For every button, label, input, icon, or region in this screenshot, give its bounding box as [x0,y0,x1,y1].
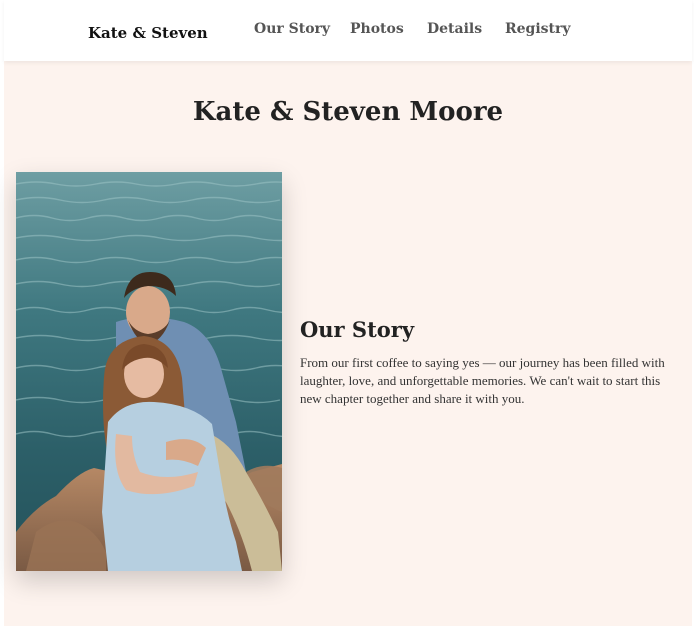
couple-photo [16,172,282,571]
our-story-text: From our first coffee to saying yes — ou… [300,355,665,406]
main-section: Kate & Steven Moore Our Story From our f… [4,61,692,626]
nav-link-photos[interactable]: Photos [350,21,404,37]
couple-names-title: Kate & Steven Moore [192,97,504,127]
page: Kate & Steven Our Story Photos Details R… [0,0,694,626]
brand-logo[interactable]: Kate & Steven [88,24,208,42]
nav-link-details[interactable]: Details [427,21,482,37]
our-story-heading: Our Story [300,317,415,342]
couple-photo-illustration [16,172,282,571]
nav-link-registry[interactable]: Registry [505,21,571,37]
our-story-section: Our Story From our first coffee to sayin… [300,317,678,408]
top-navbar: Kate & Steven Our Story Photos Details R… [4,0,692,61]
nav-link-our-story[interactable]: Our Story [254,21,330,37]
